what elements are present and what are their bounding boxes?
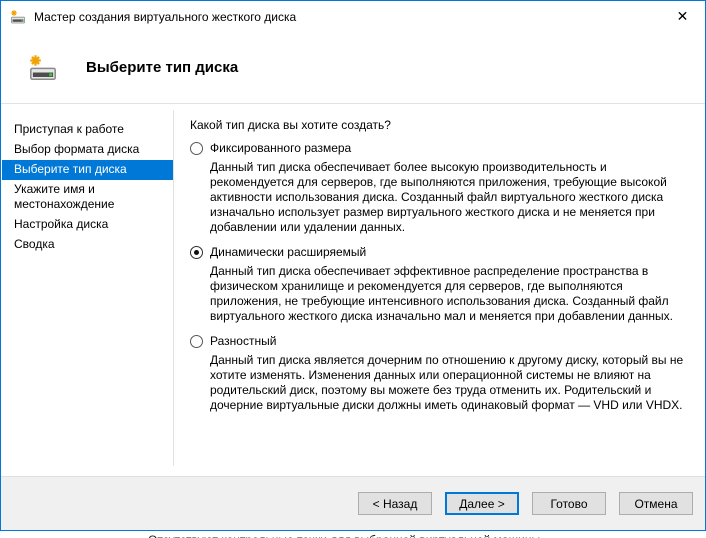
sidebar-item-getting-started: Приступая к работе xyxy=(2,120,173,140)
dynamically-expanding-description: Данный тип диска обеспечивает эффективно… xyxy=(210,264,690,324)
differencing-description: Данный тип диска является дочерним по от… xyxy=(210,353,690,413)
window-title: Мастер создания виртуального жесткого ди… xyxy=(34,10,296,24)
new-disk-icon xyxy=(28,53,58,83)
new-disk-icon xyxy=(10,9,26,25)
cancel-button[interactable]: Отмена xyxy=(619,492,693,515)
radio-fixed-size-label: Фиксированного размера xyxy=(210,141,351,155)
question-label: Какой тип диска вы хотите создать? xyxy=(190,118,688,132)
wizard-steps-sidebar: Приступая к работе Выбор формата диска В… xyxy=(2,104,173,476)
radio-differencing[interactable]: Разностный xyxy=(190,334,688,348)
radio-differencing-label: Разностный xyxy=(210,334,276,348)
wizard-dialog: Мастер создания виртуального жесткого ди… xyxy=(0,0,706,531)
title-bar: Мастер создания виртуального жесткого ди… xyxy=(1,1,705,32)
button-bar: < Назад Далее > Готово Отмена xyxy=(1,476,705,530)
radio-dynamically-expanding[interactable]: Динамически расширяемый xyxy=(190,245,688,259)
back-button[interactable]: < Назад xyxy=(358,492,432,515)
background-window-strip: Отсутствуют контрольные точки для выбран… xyxy=(0,532,706,538)
disk-type-page: Какой тип диска вы хотите создать? Фикси… xyxy=(174,104,704,476)
page-title: Выберите тип диска xyxy=(86,59,238,76)
radio-dynamically-expanding-label: Динамически расширяемый xyxy=(210,245,366,259)
finish-button[interactable]: Готово xyxy=(532,492,606,515)
radio-button-icon[interactable] xyxy=(190,142,203,155)
next-button[interactable]: Далее > xyxy=(445,492,519,515)
radio-fixed-size[interactable]: Фиксированного размера xyxy=(190,141,688,155)
close-icon[interactable]: ✕ xyxy=(660,2,705,32)
sidebar-item-disk-format: Выбор формата диска xyxy=(2,140,173,160)
radio-button-icon[interactable] xyxy=(190,246,203,259)
background-window-text: Отсутствуют контрольные точки для выбран… xyxy=(148,533,543,538)
sidebar-item-summary: Сводка xyxy=(2,235,173,255)
radio-button-icon[interactable] xyxy=(190,335,203,348)
sidebar-item-configure-disk: Настройка диска xyxy=(2,215,173,235)
sidebar-item-name-location: Укажите имя и местонахождение xyxy=(2,180,173,215)
fixed-size-description: Данный тип диска обеспечивает более высо… xyxy=(210,160,690,235)
sidebar-item-disk-type: Выберите тип диска xyxy=(2,160,173,180)
wizard-body: Приступая к работе Выбор формата диска В… xyxy=(1,104,705,476)
wizard-header: Выберите тип диска xyxy=(1,32,705,104)
